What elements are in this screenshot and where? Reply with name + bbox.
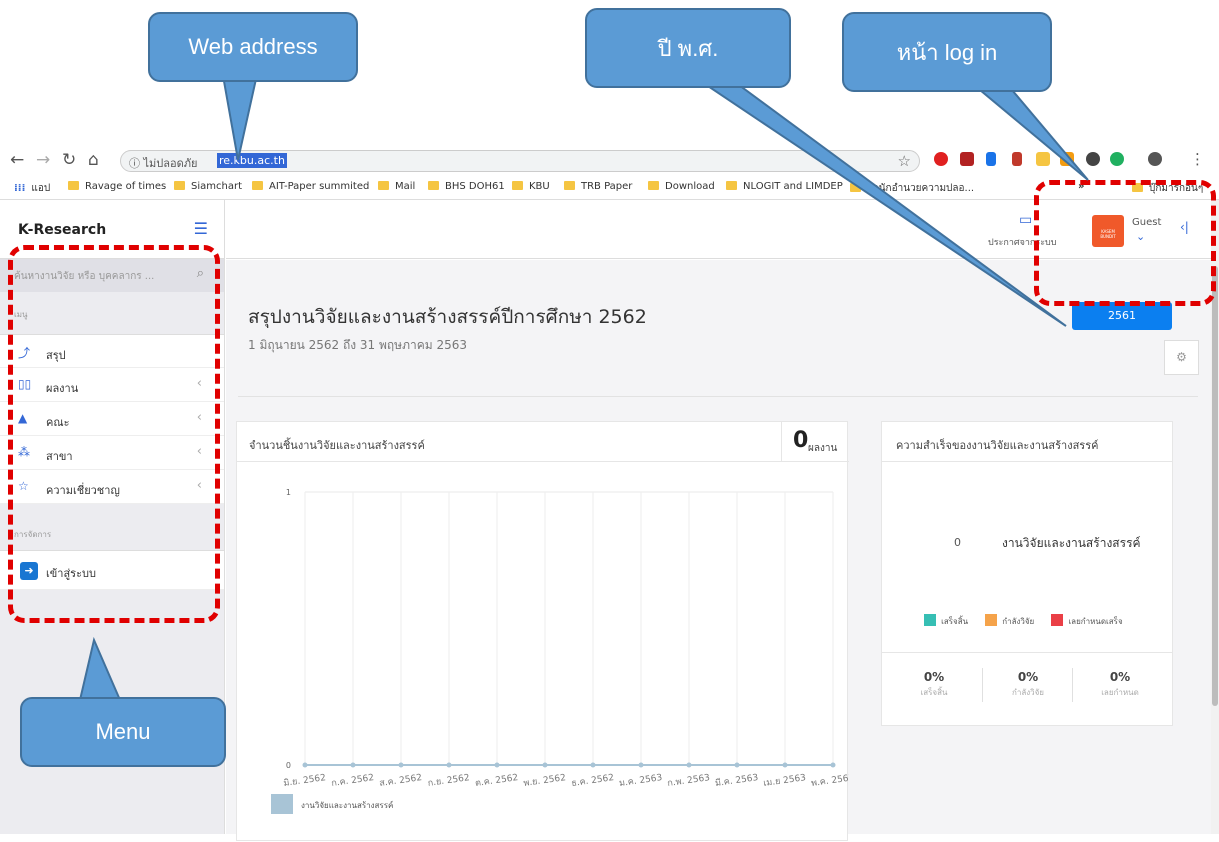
callout-year: ปี พ.ศ. xyxy=(585,8,791,88)
pointer-login xyxy=(977,89,1089,181)
callout-login: หน้า log in xyxy=(842,12,1052,92)
pointer-menu xyxy=(78,636,122,701)
callout-web-address: Web address xyxy=(148,12,358,82)
pointer-web-address xyxy=(220,69,260,161)
callout-menu: Menu xyxy=(20,697,226,767)
